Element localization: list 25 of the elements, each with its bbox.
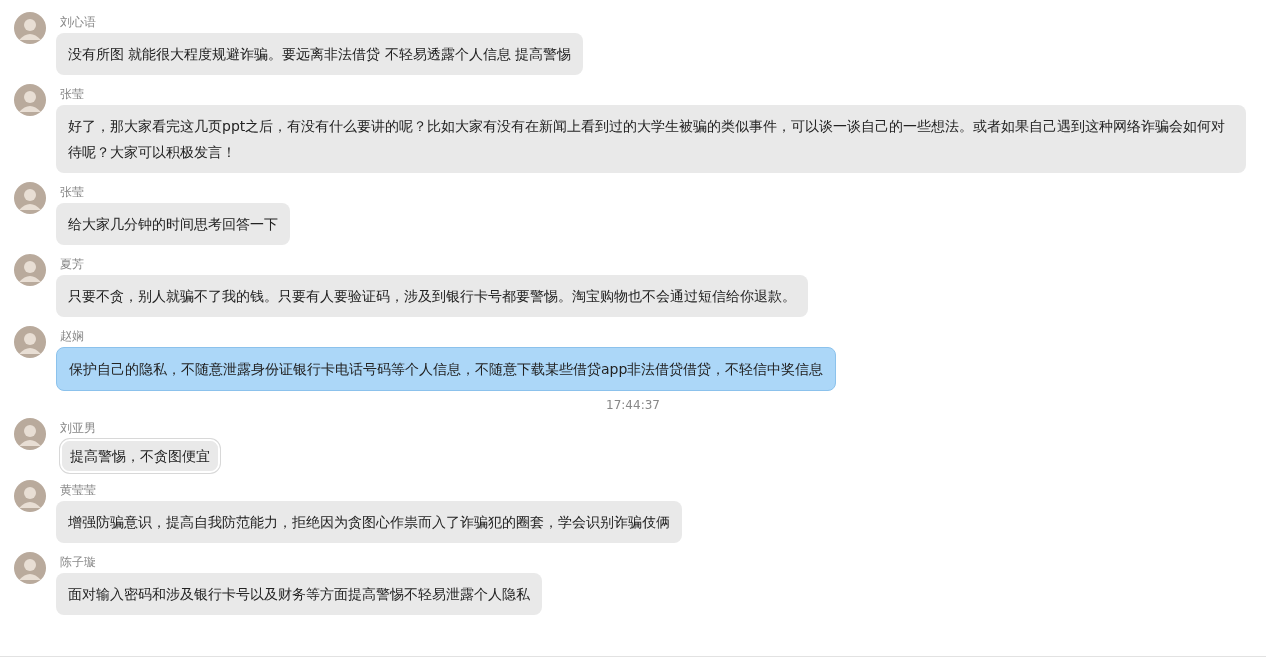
message-bubble: 提高警惕，不贪图便宜: [62, 441, 218, 471]
avatar-icon[interactable]: [14, 84, 46, 116]
sender-name: 陈子璇: [60, 554, 96, 570]
sender-name: 刘亚男: [60, 420, 96, 436]
avatar-icon[interactable]: [14, 254, 46, 286]
message-bubble: 保护自己的隐私，不随意泄露身份证银行卡电话号码等个人信息，不随意下载某些借贷app非法借贷借贷，不轻信中奖信息: [56, 347, 837, 391]
message-bubble: 只要不贪，别人就骗不了我的钱。只要有人要验证码，涉及到银行卡号都要警惕。淘宝购物也不会通过短信给你退款。: [56, 275, 808, 317]
sender-name: 夏芳: [60, 256, 84, 272]
sender-name: 赵娴: [60, 328, 84, 344]
message-bubble: 没有所图 就能很大程度规避诈骗。要远离非法借贷 不轻易透露个人信息 提高警惕: [56, 33, 584, 75]
message-bubble: 面对输入密码和涉及银行卡号以及财务等方面提高警惕不轻易泄露个人隐私: [56, 573, 542, 615]
message-bubble: 增强防骗意识，提高自我防范能力，拒绝因为贪图心作祟而入了诈骗犯的圈套，学会识别诈骗伎俩: [56, 501, 682, 543]
message-bubble: 给大家几分钟的时间思考回答一下: [56, 203, 290, 245]
sender-name: 张莹: [60, 86, 84, 102]
sender-name: 黄莹莹: [60, 482, 96, 498]
sender-name: 张莹: [60, 184, 84, 200]
timestamp: 17:44:37: [606, 398, 660, 412]
avatar-icon[interactable]: [14, 418, 46, 450]
avatar-icon[interactable]: [14, 182, 46, 214]
avatar-icon[interactable]: [14, 480, 46, 512]
avatar-icon[interactable]: [14, 12, 46, 44]
avatar-icon[interactable]: [14, 552, 46, 584]
sender-name: 刘心语: [60, 14, 96, 30]
avatar-icon[interactable]: [14, 326, 46, 358]
message-bubble: 好了，那大家看完这几页ppt之后，有没有什么要讲的呢？比如大家有没有在新闻上看到过的大学生被骗的类似事件，可以谈一谈自己的一些想法。或者如果自己遇到这种网络诈骗会如何对待呢？大家可以积极发言！: [56, 105, 1246, 173]
